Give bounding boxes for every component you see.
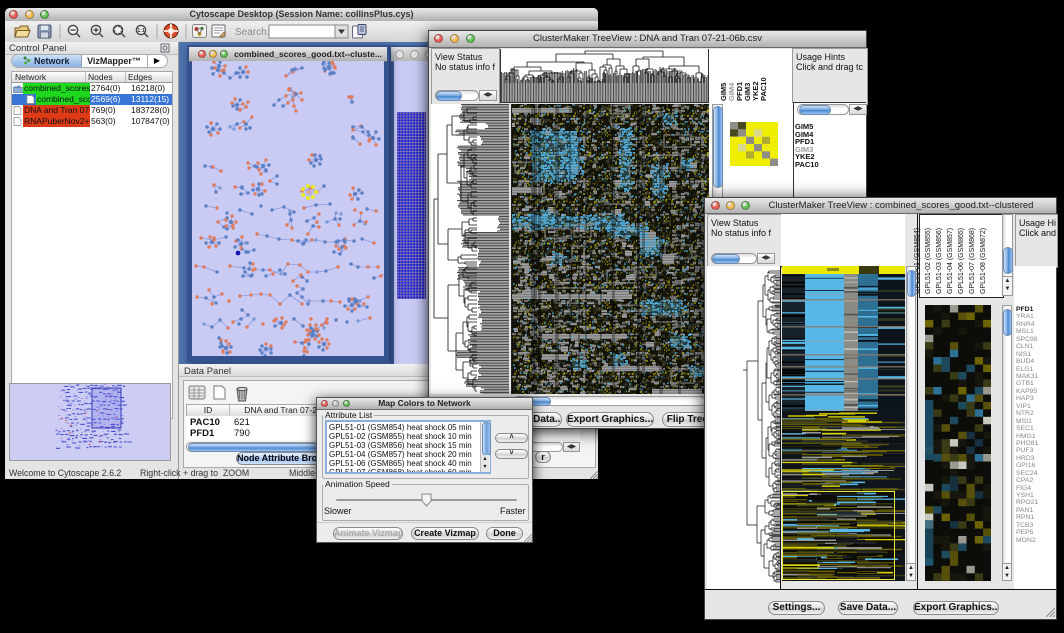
svg-text:1:1: 1:1 bbox=[137, 28, 144, 34]
svg-text:Search:: Search: bbox=[235, 27, 269, 38]
